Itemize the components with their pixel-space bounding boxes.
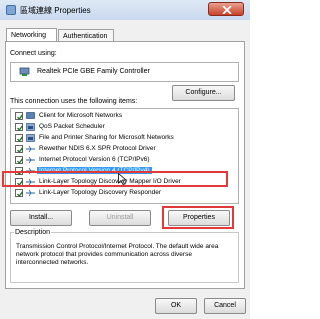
tab-authentication[interactable]: Authentication xyxy=(58,29,114,41)
check-icon xyxy=(17,136,24,143)
close-icon xyxy=(222,6,232,14)
checkbox[interactable] xyxy=(15,189,24,198)
list-item-label: QoS Packet Scheduler xyxy=(39,123,105,130)
network-adapter-icon xyxy=(19,67,30,76)
check-icon xyxy=(17,125,24,132)
description-text: Transmission Control Protocol/Internet P… xyxy=(16,243,219,266)
highlight-box xyxy=(162,206,234,229)
check-icon xyxy=(17,147,24,154)
description-title: Description xyxy=(14,229,52,236)
list-item[interactable]: Client for Microsoft Networks xyxy=(11,111,238,122)
items-label: This connection uses the following items… xyxy=(10,98,138,105)
cancel-button[interactable]: Cancel xyxy=(204,298,246,314)
connect-using-label: Connect using: xyxy=(10,50,57,57)
service-icon xyxy=(26,123,35,131)
items-list[interactable]: Client for Microsoft Networks QoS Packet… xyxy=(10,108,239,204)
highlight-box xyxy=(2,171,228,187)
list-item[interactable]: Rewether NDIS 6.X SPR Protocol Driver xyxy=(11,144,238,155)
service-icon xyxy=(26,134,35,142)
list-item-label: File and Printer Sharing for Microsoft N… xyxy=(39,134,174,141)
list-item[interactable]: Internet Protocol Version 6 (TCP/IPv6) xyxy=(11,155,238,166)
protocol-icon xyxy=(26,189,35,197)
install-button[interactable]: Install... xyxy=(10,210,72,226)
list-item[interactable]: File and Printer Sharing for Microsoft N… xyxy=(11,133,238,144)
title-bar: 區域連線 Properties xyxy=(0,0,250,20)
tab-networking[interactable]: Networking xyxy=(6,28,57,41)
list-item-label: Internet Protocol Version 6 (TCP/IPv6) xyxy=(39,156,150,163)
checkbox[interactable] xyxy=(15,156,24,165)
list-item-label: Link-Layer Topology Discovery Responder xyxy=(39,189,161,196)
close-button[interactable] xyxy=(208,2,244,16)
ok-button[interactable]: OK xyxy=(155,298,197,314)
list-item[interactable]: QoS Packet Scheduler xyxy=(11,122,238,133)
check-icon xyxy=(17,158,24,165)
protocol-icon xyxy=(26,156,35,164)
window-title: 區域連線 Properties xyxy=(20,6,91,15)
configure-button[interactable]: Configure... xyxy=(172,85,235,101)
check-icon xyxy=(17,114,24,121)
mouse-cursor-icon xyxy=(118,173,127,185)
list-item-label: Rewether NDIS 6.X SPR Protocol Driver xyxy=(39,145,156,152)
checkbox[interactable] xyxy=(15,145,24,154)
network-connection-icon xyxy=(6,5,16,15)
adapter-field: Realtek PCIe GBE Family Controller xyxy=(10,62,239,82)
checkbox[interactable] xyxy=(15,112,24,121)
list-item-label: Client for Microsoft Networks xyxy=(39,112,123,119)
protocol-icon xyxy=(26,145,35,153)
checkbox[interactable] xyxy=(15,123,24,132)
check-icon xyxy=(17,191,24,198)
list-item[interactable]: Link-Layer Topology Discovery Responder xyxy=(11,188,238,199)
adapter-name: Realtek PCIe GBE Family Controller xyxy=(37,68,150,75)
uninstall-button[interactable]: Uninstall xyxy=(89,210,151,226)
checkbox[interactable] xyxy=(15,134,24,143)
network-client-icon xyxy=(26,112,35,119)
